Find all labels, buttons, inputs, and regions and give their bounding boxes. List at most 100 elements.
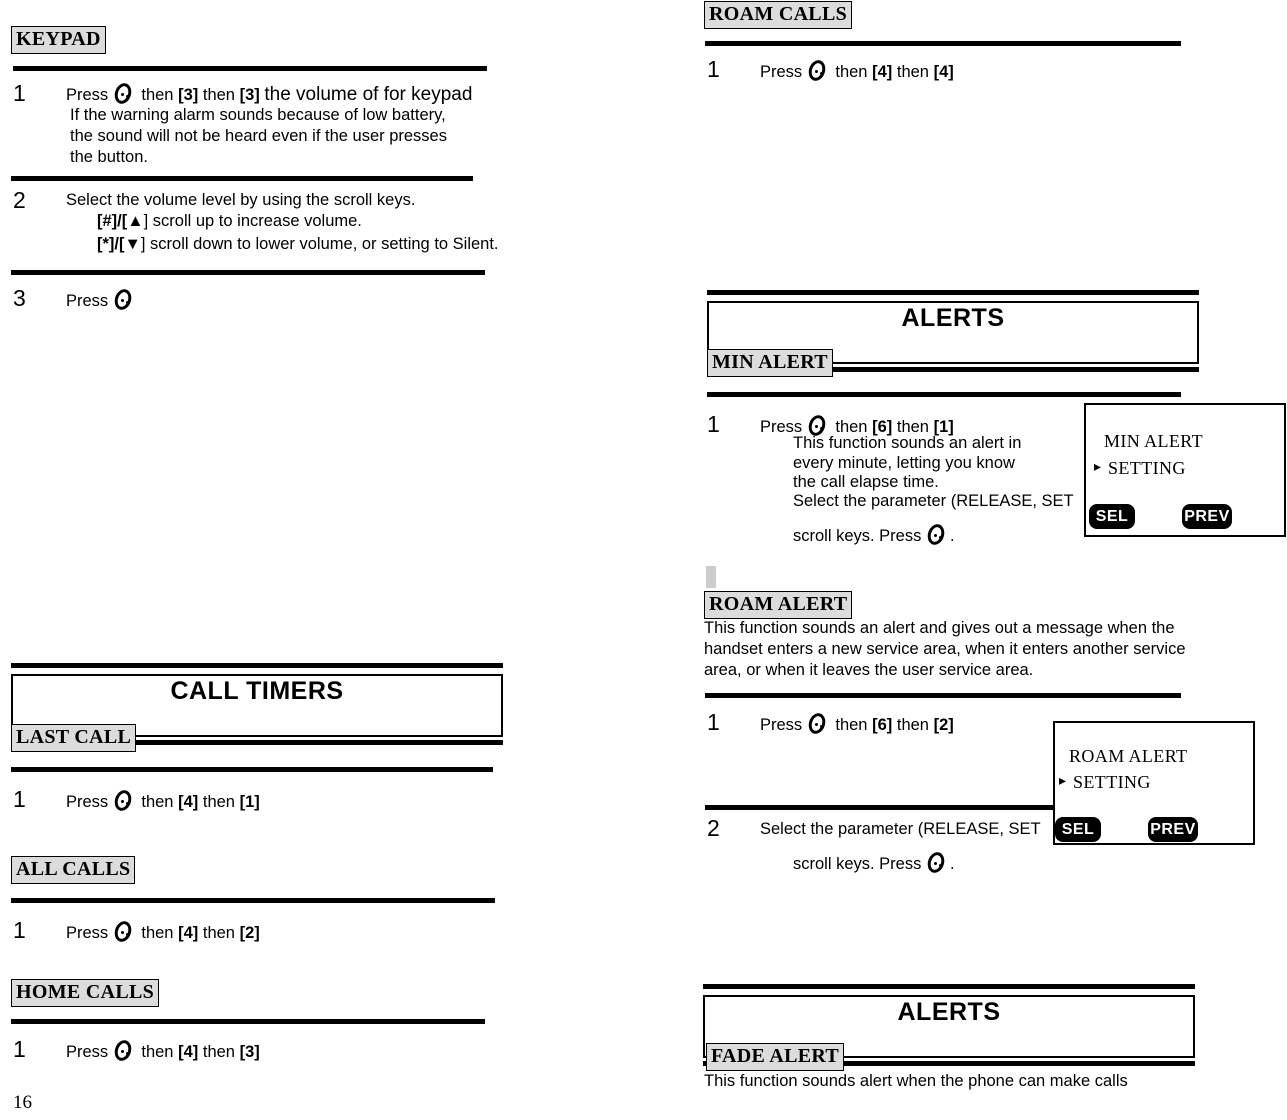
header-line-top [707, 301, 1199, 303]
divider-rule [707, 392, 1181, 397]
section-label-home-calls: HOME CALLS [11, 979, 160, 1007]
section-label-all-calls: ALL CALLS [11, 856, 136, 884]
page-number: 16 [13, 1092, 32, 1113]
send-key-icon [805, 58, 830, 85]
step-mid-text-2: then [896, 63, 929, 81]
step-note-line: every minute, letting you know [793, 454, 1015, 472]
step-number: 2 [13, 187, 26, 213]
step-lead-text: Press [66, 292, 109, 310]
header-title: CALL TIMERS [170, 677, 344, 705]
step-mid-text-1: then [141, 86, 174, 104]
scroll-down-tail: ] scroll down to lower volume, or settin… [140, 235, 499, 253]
step-number: 1 [13, 917, 26, 943]
step-key-2: [1] [239, 793, 260, 811]
step-key-1: [4] [872, 63, 893, 81]
step-lead-text: Press [66, 86, 109, 104]
step-key-1: [6] [872, 716, 893, 734]
step-number: 3 [13, 285, 26, 311]
softkey-prev[interactable]: PREV [1148, 817, 1198, 842]
step-note-line: scroll keys. Press . [793, 522, 955, 549]
step-lead-text: Press [66, 1043, 109, 1061]
step-note-text: scroll keys. Press [793, 527, 922, 545]
step-key-1: [3] [178, 86, 199, 104]
step-note-period: . [949, 527, 955, 545]
header-line-top [703, 995, 1195, 997]
divider-rule [11, 767, 493, 772]
send-key-icon [925, 522, 949, 549]
step-lead-text: Press [760, 63, 803, 81]
step-mid-text-2: then [202, 924, 235, 942]
step-mid-text-1: then [141, 793, 174, 811]
softkey-prev[interactable]: PREV [1182, 504, 1232, 529]
send-key-icon [111, 1038, 136, 1065]
scroll-up-key-primary: [#] [97, 212, 118, 230]
step-key-2: [2] [239, 924, 260, 942]
step-text-continued: scroll keys. Press . [793, 850, 955, 877]
divider-rule [11, 898, 495, 903]
step-text: Press then [4] then [1] [66, 788, 260, 815]
step-text: Press then [4] then [4] [760, 58, 954, 85]
step-note-text: scroll keys. Press [793, 855, 922, 873]
send-key-icon [111, 919, 136, 946]
step-text: Press [66, 287, 137, 314]
step-mid-text-1: then [835, 63, 868, 81]
softkey-sel[interactable]: SEL [1055, 817, 1101, 842]
section-label-last-call: LAST CALL [11, 724, 137, 752]
step-key-2: [3] [239, 1043, 260, 1061]
roam-alert-description: This function sounds an alert and gives … [704, 619, 1186, 679]
step-key-2: [2] [933, 716, 954, 734]
scroll-down-key-primary: [*] [97, 235, 115, 253]
step-number: 1 [707, 56, 720, 82]
section-label-roam-alert: ROAM ALERT [704, 591, 853, 619]
divider-rule [11, 1019, 485, 1024]
section-label-fade-alert: FADE ALERT [706, 1043, 845, 1071]
step-note-line: Select the parameter (RELEASE, SET [793, 492, 1074, 510]
divider-rule [705, 693, 1181, 698]
gray-mark [706, 566, 716, 588]
manual-page: KEYPAD 1 Press then [3] then [3] the vol… [0, 0, 1287, 1120]
lcd-line-title: ROAM ALERT [1069, 746, 1188, 766]
step-key-1: [4] [178, 924, 199, 942]
step-number: 1 [13, 1036, 26, 1062]
step-note-period: . [949, 855, 955, 873]
step-key-1: [4] [178, 1043, 199, 1061]
arrow-up-icon: ▲ [127, 212, 144, 230]
section-label-keypad: KEYPAD [11, 26, 106, 54]
step-number: 2 [707, 815, 720, 841]
lcd-line-menu-item: SETTING [1108, 458, 1186, 478]
scroll-down-key-sep: /[ [114, 235, 125, 253]
step-mid-text-1: then [141, 1043, 174, 1061]
scroll-up-tail: ] scroll up to increase volume. [143, 212, 362, 230]
divider-rule [11, 270, 485, 275]
step-tail-text: the volume of for keypad [264, 84, 473, 105]
step-mid-text-1: then [835, 716, 868, 734]
caret-right-icon: ▸ [1094, 460, 1102, 475]
lcd-screen-min-alert: MIN ALERT ▸ SETTING SEL PREV [1084, 403, 1286, 537]
caret-right-icon: ▸ [1059, 774, 1067, 789]
step-lead-text: Press [66, 793, 109, 811]
step-number: 1 [13, 80, 26, 106]
step-subline-scroll-up: [#]/[▲] scroll up to increase volume. [97, 211, 362, 232]
step-mid-text-2: then [896, 716, 929, 734]
header-line-top [11, 674, 503, 676]
step-note: If the warning alarm sounds because of l… [70, 106, 447, 166]
header-bar-top [11, 663, 503, 668]
step-mid-text-2: then [202, 86, 235, 104]
arrow-down-icon: ▼ [124, 235, 141, 253]
divider-rule [11, 176, 473, 181]
step-number: 1 [13, 786, 26, 812]
softkey-sel[interactable]: SEL [1089, 504, 1135, 529]
section-label-min-alert: MIN ALERT [707, 349, 833, 377]
step-lead-text: Press [760, 716, 803, 734]
step-text: Press then [4] then [2] [66, 919, 260, 946]
send-key-icon [111, 287, 136, 314]
header-bar-top [703, 984, 1195, 989]
fade-alert-description: This function sounds alert when the phon… [704, 1072, 1128, 1090]
scroll-up-key-sep: /[ [117, 212, 128, 230]
lcd-line-menu-item: SETTING [1073, 772, 1151, 792]
step-key-2: [3] [239, 86, 260, 104]
step-mid-text-2: then [202, 793, 235, 811]
step-mid-text-1: then [141, 924, 174, 942]
step-note-line: the call elapse time. [793, 473, 939, 491]
lcd-line-title: MIN ALERT [1104, 431, 1204, 451]
